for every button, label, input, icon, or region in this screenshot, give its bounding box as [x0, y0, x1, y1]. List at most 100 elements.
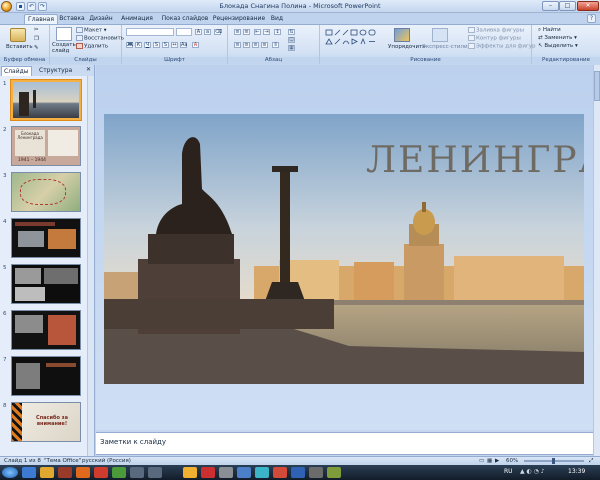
slide-thumbnail-3[interactable]	[11, 172, 81, 212]
find-button[interactable]: ⌕ Найти	[538, 27, 561, 34]
shape-effects-button[interactable]: Эффекты для фигур	[468, 43, 536, 51]
font-size-combo[interactable]	[176, 28, 192, 36]
align-left-icon[interactable]: ≡	[234, 42, 241, 48]
shrink-font-icon[interactable]: a	[204, 29, 211, 35]
slide-thumbnail-1[interactable]	[10, 79, 82, 121]
normal-view-icon[interactable]: ▭	[479, 457, 484, 465]
shape-outline-button[interactable]: Контур фигуры	[468, 35, 521, 43]
thumb-photo	[15, 287, 45, 301]
replace-button[interactable]: ⇄ Заменить ▾	[538, 35, 577, 42]
map-outline	[20, 179, 66, 205]
strikethrough-icon[interactable]: S	[153, 42, 160, 48]
pane-scrollbar[interactable]	[87, 76, 94, 456]
select-button[interactable]: ↖ Выделить ▾	[538, 43, 578, 50]
columns-icon[interactable]: ⫴	[272, 42, 279, 48]
powerpoint-icon[interactable]	[273, 467, 287, 478]
fit-window-icon[interactable]: ⤢	[589, 457, 593, 465]
justify-icon[interactable]: ≡	[261, 42, 268, 48]
clear-format-icon[interactable]: ⌫	[214, 29, 222, 35]
app-icon[interactable]	[112, 467, 126, 478]
tab-review[interactable]: Рецензирование	[212, 14, 266, 24]
numbering-icon[interactable]: ≡	[243, 29, 250, 35]
scroll-thumb[interactable]	[594, 71, 600, 101]
shadow-icon[interactable]: S	[162, 42, 169, 48]
grow-font-icon[interactable]: A	[195, 29, 202, 35]
tab-outline[interactable]: Структура	[37, 66, 74, 76]
tab-design[interactable]: Дизайн	[87, 14, 115, 24]
opera-icon[interactable]	[94, 467, 108, 478]
pedestal-top	[148, 234, 234, 264]
thumbnail-number: 7	[3, 357, 7, 363]
decrease-indent-icon[interactable]: ⇤	[254, 29, 261, 35]
slide-thumbnail-7[interactable]	[11, 356, 81, 396]
app-icon[interactable]	[201, 467, 215, 478]
explorer-icon[interactable]	[40, 467, 54, 478]
tab-insert[interactable]: Вставка	[58, 14, 86, 24]
shape-fill-button[interactable]: Заливка фигуры	[468, 27, 524, 35]
tab-slides[interactable]: Слайды	[1, 66, 32, 76]
tab-view[interactable]: Вид	[268, 14, 286, 24]
reset-button[interactable]: Восстановить	[76, 35, 124, 43]
align-center-icon[interactable]: ≡	[243, 42, 250, 48]
maximize-button[interactable]: □	[559, 1, 576, 11]
slide-thumbnail-2[interactable]: Блокада Ленинграда 1941 – 1944	[11, 126, 81, 166]
paste-button[interactable]: Вставить	[6, 44, 33, 51]
tab-home[interactable]: Главная	[24, 14, 58, 24]
layout-button[interactable]: Макет ▾	[76, 27, 107, 35]
align-right-icon[interactable]: ≡	[252, 42, 259, 48]
notes-pane[interactable]: Заметки к слайду	[96, 432, 593, 455]
font-name-combo[interactable]	[126, 28, 174, 36]
slideshow-view-icon[interactable]: ▶	[495, 457, 499, 465]
case-icon[interactable]: Aa	[180, 42, 187, 48]
line-spacing-icon[interactable]: ↕	[274, 29, 281, 35]
smartart-icon[interactable]: ▦	[288, 45, 295, 51]
app-icon[interactable]	[309, 467, 323, 478]
app-icon[interactable]	[255, 467, 269, 478]
zoom-handle[interactable]	[552, 458, 555, 464]
app-icon[interactable]	[237, 467, 251, 478]
help-icon[interactable]: ?	[587, 14, 596, 23]
spacing-icon[interactable]: ↔	[171, 42, 178, 48]
align-text-icon[interactable]: ▤	[288, 37, 295, 43]
bullets-icon[interactable]: ≡	[234, 29, 241, 35]
quick-styles-button[interactable]: Экспресс-стили	[422, 44, 468, 51]
italic-icon[interactable]: К	[135, 42, 142, 48]
tab-animation[interactable]: Анимация	[120, 14, 154, 24]
copy-icon[interactable]: ❐	[34, 36, 39, 43]
tab-slideshow[interactable]: Показ слайдов	[160, 14, 210, 24]
vertical-scrollbar[interactable]	[593, 65, 600, 456]
start-button[interactable]	[2, 467, 18, 478]
slide-thumbnail-4[interactable]	[11, 218, 81, 258]
sorter-view-icon[interactable]: ▦	[487, 457, 492, 465]
replace-icon: ⇄	[538, 35, 543, 41]
delete-button[interactable]: Удалить	[76, 43, 108, 51]
shape-effects-label: Эффекты для фигур	[476, 43, 536, 50]
text-direction-icon[interactable]: ⇅	[288, 29, 295, 35]
arrange-button[interactable]: Упорядочить	[388, 44, 426, 51]
ie-icon[interactable]	[22, 467, 36, 478]
keyboard-language[interactable]: RU	[504, 468, 513, 475]
new-slide-button[interactable]: Создать слайд	[52, 42, 76, 54]
app-icon[interactable]	[148, 467, 162, 478]
close-button[interactable]: ✕	[577, 1, 599, 11]
underline-icon[interactable]: Ч	[144, 42, 151, 48]
slide-thumbnail-8[interactable]: Спасибо за внимание!	[11, 402, 81, 442]
app-icon[interactable]	[219, 467, 233, 478]
format-painter-icon[interactable]: ✎	[34, 45, 39, 52]
minimize-button[interactable]: –	[542, 1, 559, 11]
app-icon[interactable]	[130, 467, 144, 478]
tray-icons[interactable]: ▲ ◐ ◔ ♪	[520, 468, 545, 475]
close-pane-icon[interactable]: ✕	[86, 66, 91, 73]
increase-indent-icon[interactable]: ⇥	[263, 29, 270, 35]
cut-icon[interactable]: ✂	[34, 27, 39, 34]
vlc-icon[interactable]	[183, 467, 197, 478]
media-icon[interactable]	[58, 467, 72, 478]
slide-thumbnail-5[interactable]	[11, 264, 81, 304]
shapes-gallery[interactable]	[324, 28, 386, 52]
app-icon[interactable]	[327, 467, 341, 478]
bold-icon[interactable]: Ж	[126, 42, 133, 48]
slide-thumbnail-6[interactable]	[11, 310, 81, 350]
firefox-icon[interactable]	[76, 467, 90, 478]
word-icon[interactable]	[291, 467, 305, 478]
font-color-icon[interactable]: A	[192, 42, 199, 48]
